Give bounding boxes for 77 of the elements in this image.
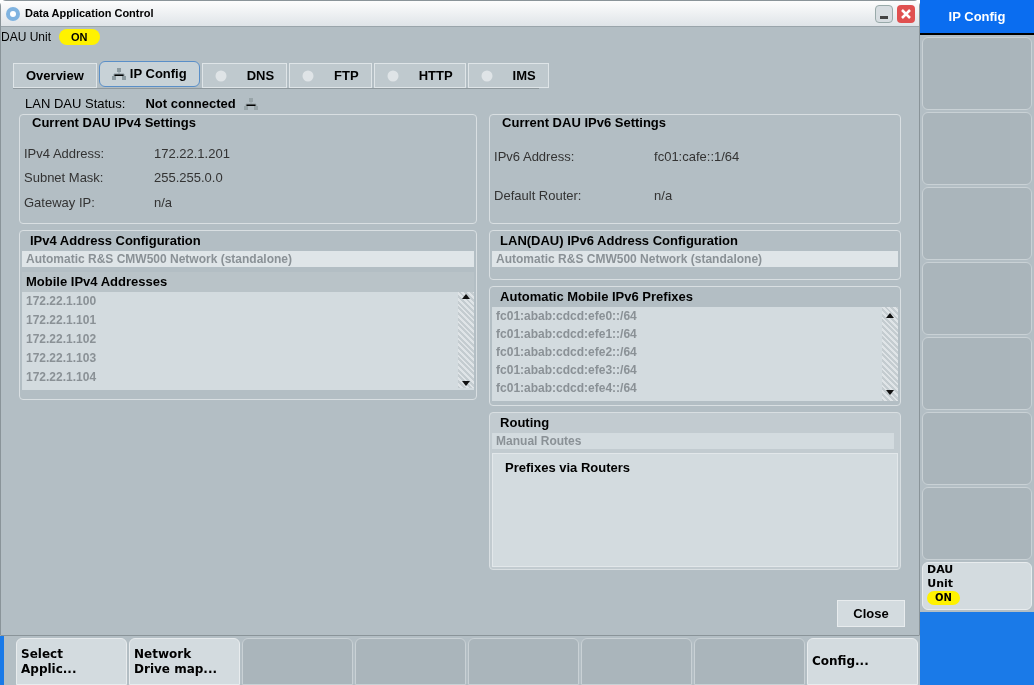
softkey-button[interactable] — [922, 37, 1032, 110]
field-label: Subnet Mask: — [24, 169, 105, 187]
panel-title: LAN(DAU) IPv6 Address Configuration — [500, 232, 738, 250]
softkey-button[interactable] — [242, 638, 354, 685]
dau-unit-status: ON — [59, 28, 100, 46]
field-label: Default Router: — [494, 187, 583, 205]
softkey-button[interactable] — [922, 487, 1032, 560]
tab[interactable]: IP Config — [98, 61, 200, 87]
mode-field[interactable]: Manual Routes — [492, 432, 894, 449]
status-label: LAN DAU Status: — [25, 95, 126, 114]
status-led-icon — [480, 69, 493, 82]
panel-title: Current DAU IPv4 Settings — [32, 114, 196, 132]
minimize-icon — [880, 15, 888, 19]
status-led-icon — [386, 69, 399, 82]
softkey-button[interactable]: DAU Unit ON — [922, 562, 1032, 610]
list-item[interactable]: 172.22.1.102 — [22, 329, 459, 349]
softkey-button[interactable] — [922, 187, 1032, 260]
tab[interactable]: DNS — [201, 63, 288, 88]
field-value: n/a — [654, 187, 674, 205]
list-item[interactable]: fc01:abab:cdcd:efe4::/64 — [492, 378, 882, 397]
mode-field[interactable]: Automatic R&S CMW500 Network (standalone) — [22, 250, 475, 267]
close-window-button[interactable] — [897, 4, 915, 23]
panel-title: IPv4 Address Configuration — [30, 232, 201, 250]
panel-title: Routing — [500, 414, 550, 432]
status-led-icon — [302, 69, 315, 82]
window-title: Data Application Control — [25, 6, 155, 22]
softkey-header: IP Config — [920, 0, 1034, 35]
scrollbar[interactable] — [458, 291, 475, 388]
field-value: n/a — [154, 193, 174, 212]
field-label: IPv4 Address: — [24, 144, 106, 163]
list-header: Prefixes via Routers — [505, 458, 631, 477]
minimize-button[interactable] — [875, 4, 893, 23]
softkey-button[interactable] — [922, 412, 1032, 485]
softkey-button[interactable] — [355, 638, 467, 685]
softkey-button[interactable] — [922, 112, 1032, 185]
softkey-button[interactable] — [693, 638, 805, 685]
list-item[interactable]: 172.22.1.104 — [22, 367, 459, 387]
scroll-up-icon[interactable] — [886, 312, 894, 318]
status-indicator: ON — [927, 591, 960, 605]
softkey-button[interactable]: Config... — [806, 638, 918, 685]
field-value: 255.255.0.0 — [154, 169, 224, 187]
list-item[interactable]: fc01:abab:cdcd:efe1::/64 — [492, 324, 882, 343]
panel-title: Automatic Mobile IPv6 Prefixes — [500, 288, 693, 306]
softkey-button[interactable] — [468, 638, 579, 685]
field-value: fc01:cafe::1/64 — [654, 147, 741, 166]
softkey-button[interactable] — [922, 337, 1032, 410]
scroll-down-icon[interactable] — [886, 389, 894, 395]
softkey-button[interactable] — [581, 638, 692, 685]
network-icon — [111, 68, 126, 80]
field-value: 172.22.1.201 — [154, 144, 231, 163]
scrollbar[interactable] — [882, 306, 898, 401]
network-icon — [243, 98, 258, 110]
softkey-button[interactable] — [922, 262, 1032, 335]
app-logo-icon — [5, 5, 21, 22]
field-label: IPv6 Address: — [494, 147, 576, 166]
dau-unit-label: DAU Unit — [1, 29, 51, 46]
list-item[interactable]: 172.22.1.103 — [22, 348, 459, 368]
tab[interactable]: HTTP — [373, 63, 466, 88]
list-item[interactable]: 172.22.1.100 — [22, 291, 459, 311]
tab[interactable]: FTP — [289, 63, 372, 88]
list-item[interactable]: fc01:abab:cdcd:efe3::/64 — [492, 360, 882, 379]
list-header: Mobile IPv4 Addresses — [22, 271, 475, 292]
mode-field[interactable]: Automatic R&S CMW500 Network (standalone) — [492, 250, 898, 267]
status-led-icon — [214, 69, 227, 82]
status-value: Not connected — [145, 95, 236, 114]
softkey-button[interactable]: Select Applic... — [16, 638, 128, 685]
list-item[interactable]: fc01:abab:cdcd:efe2::/64 — [492, 342, 882, 361]
close-icon — [900, 7, 912, 20]
panel-title: Current DAU IPv6 Settings — [502, 114, 667, 132]
softkey-button[interactable]: Network Drive map... — [129, 638, 241, 685]
close-button[interactable]: Close — [837, 600, 905, 627]
list-item[interactable]: 172.22.1.101 — [22, 310, 459, 330]
tab[interactable]: Overview — [13, 63, 97, 88]
list-item[interactable]: fc01:abab:cdcd:efe0::/64 — [492, 306, 882, 325]
scroll-down-icon[interactable] — [462, 380, 471, 386]
field-label: Gateway IP: — [24, 193, 96, 212]
tab[interactable]: IMS — [467, 63, 549, 88]
